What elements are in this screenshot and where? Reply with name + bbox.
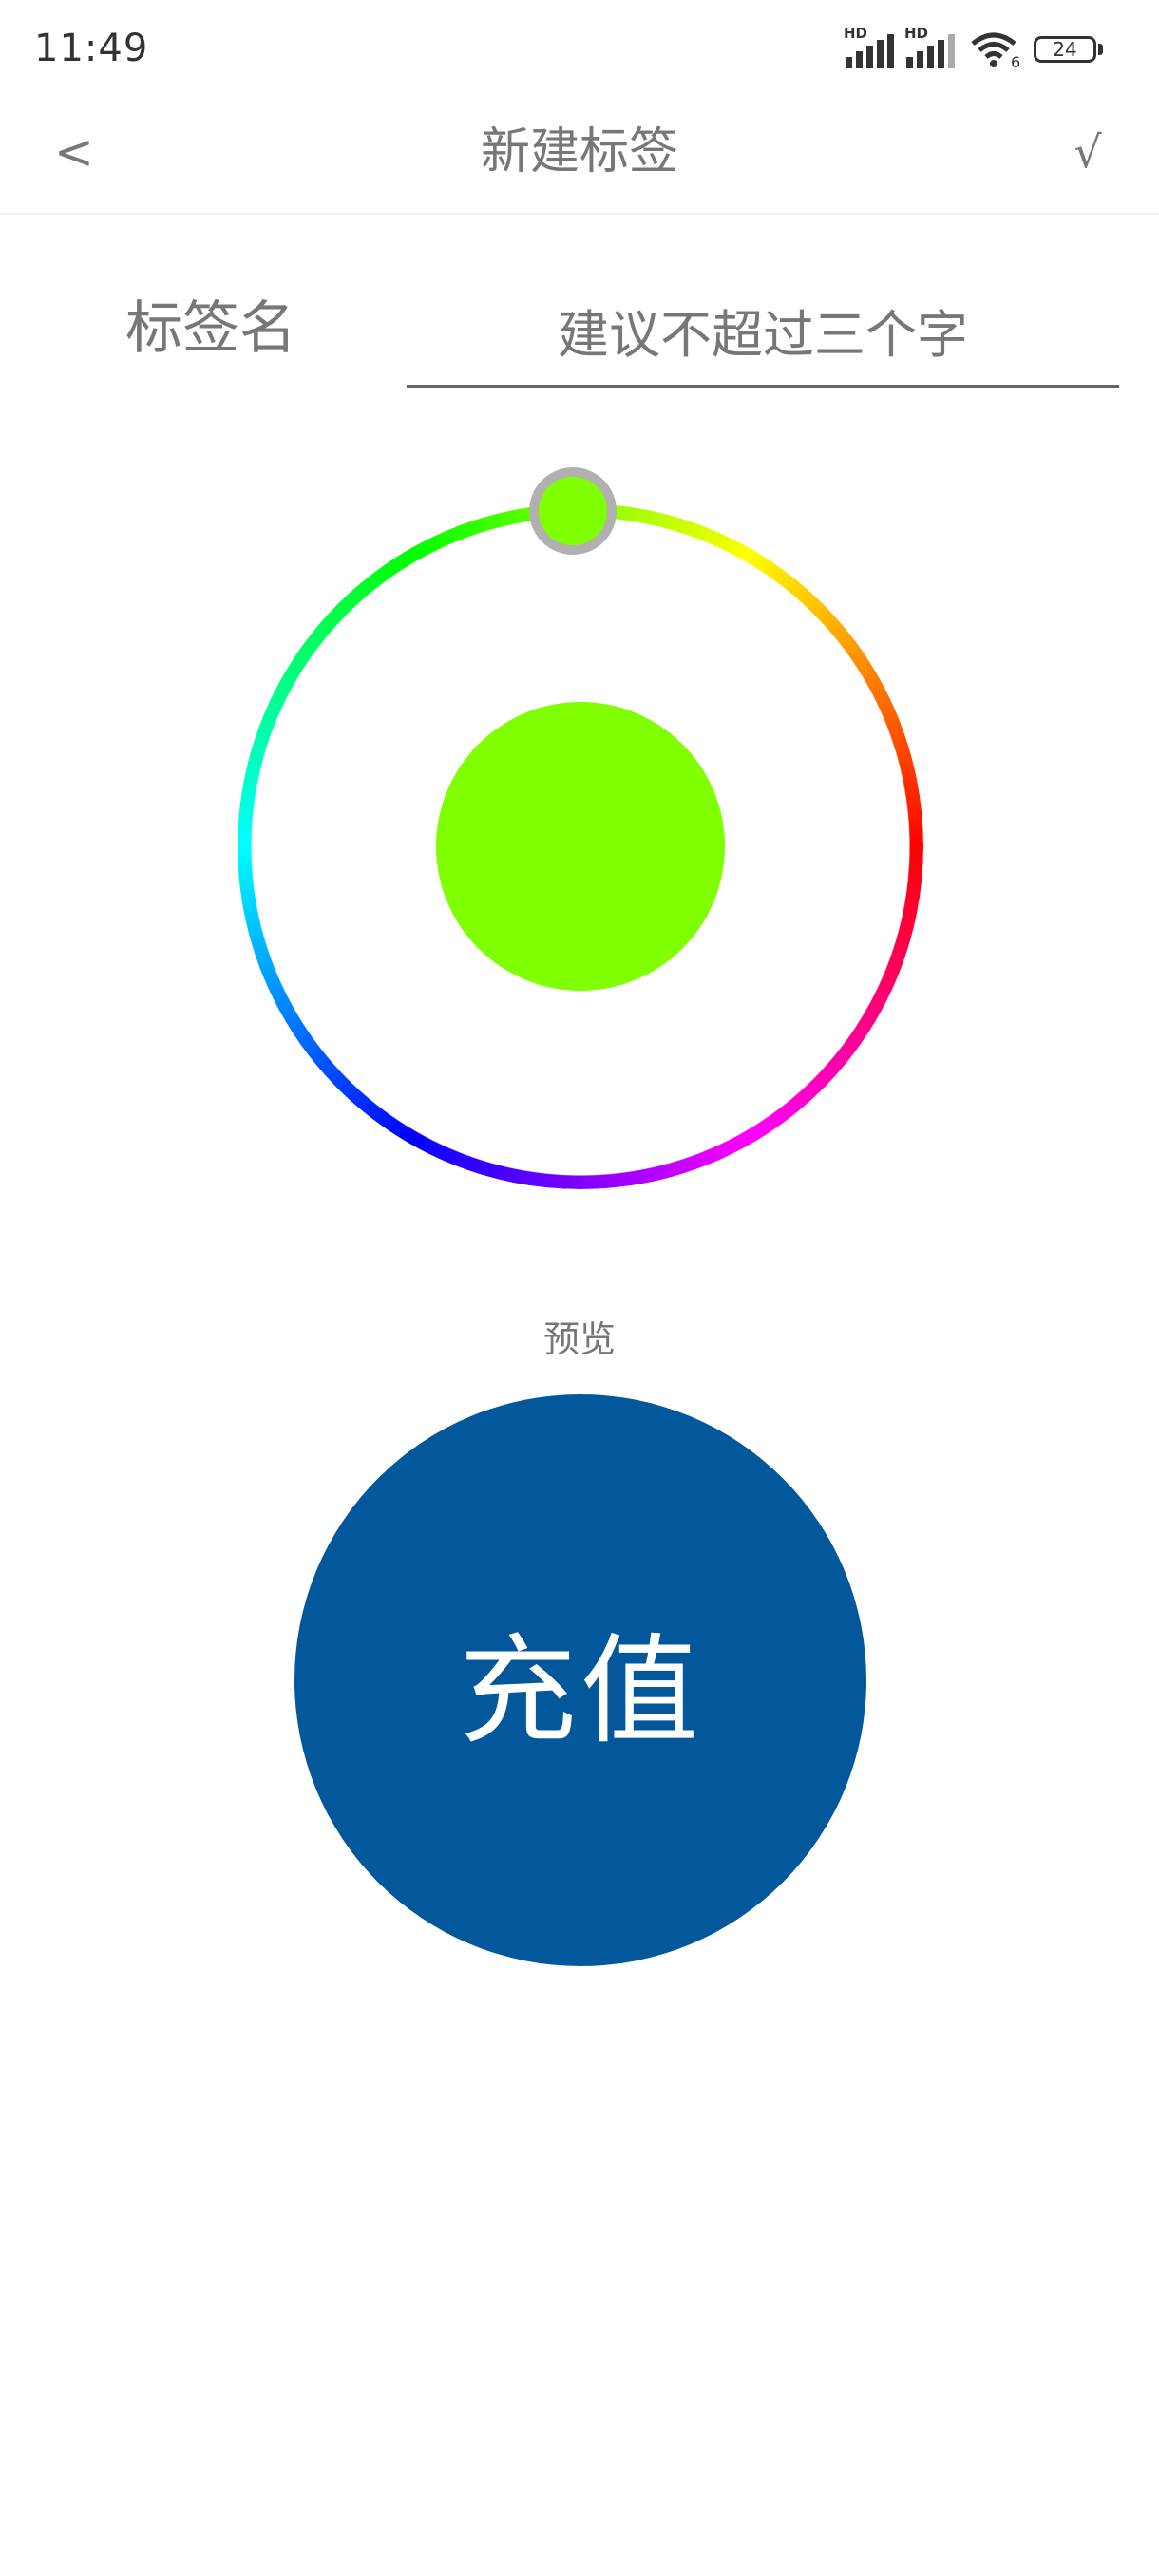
tag-name-input[interactable]	[407, 285, 1119, 388]
selected-color-swatch	[436, 702, 725, 991]
confirm-button[interactable]: √	[1054, 114, 1121, 190]
tag-preview-circle: 充值	[294, 1394, 866, 1966]
status-time: 11:49	[34, 27, 149, 70]
wifi-standard-label: 6	[1011, 53, 1021, 71]
nav-bar: < 新建标签 √	[0, 95, 1159, 215]
hue-thumb[interactable]	[529, 467, 617, 555]
new-tag-screen: 11:49 HD HD 6 24 < 新建标签 √ 标签名 建议不超过三个字 预…	[0, 0, 1159, 2576]
status-bar: 11:49 HD HD 6 24	[0, 0, 1159, 95]
signal-hd-label: HD	[844, 25, 868, 42]
battery-icon: 24	[1034, 28, 1110, 70]
preview-label: 预览	[542, 1318, 616, 1360]
color-wheel[interactable]	[238, 467, 923, 1189]
battery-level: 24	[1053, 38, 1077, 61]
page-title: 新建标签	[480, 123, 678, 180]
signal-icon: HD	[844, 25, 897, 70]
tag-name-label: 标签名	[125, 295, 296, 362]
signal-hd-label: HD	[904, 25, 929, 42]
signal-icon: HD	[904, 25, 958, 70]
tag-preview-text: 充值	[458, 1623, 702, 1760]
wifi-icon: 6	[969, 28, 1022, 71]
